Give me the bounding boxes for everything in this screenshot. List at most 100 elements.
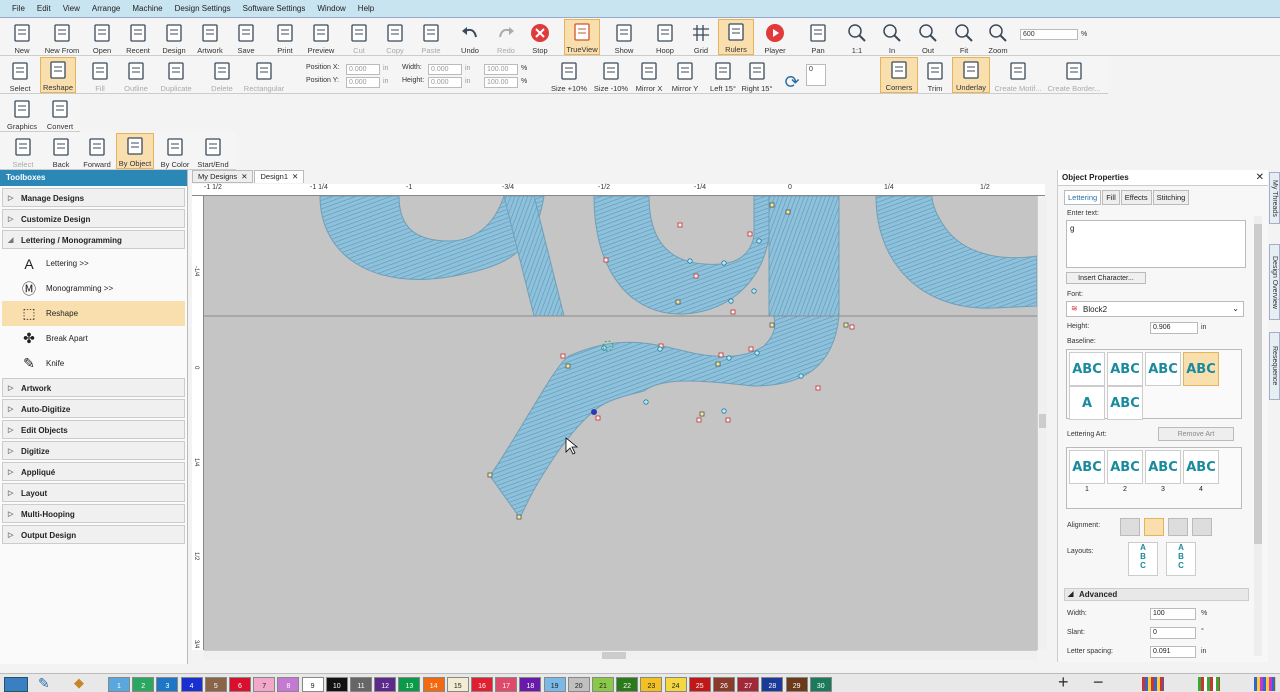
thread-color-swatch[interactable]: 8 <box>277 677 300 692</box>
close-icon[interactable]: ✕ <box>241 172 247 181</box>
redo-button[interactable]: Redo <box>488 19 524 55</box>
menu-design-settings[interactable]: Design Settings <box>175 4 231 13</box>
section-lettering[interactable]: Lettering / Monogramming <box>2 230 185 250</box>
thread-color-swatch[interactable]: 29 <box>785 677 808 692</box>
canvas-horizontal-scrollbar[interactable] <box>204 650 1037 660</box>
reshape-button[interactable]: Reshape <box>40 57 76 93</box>
design-button[interactable]: Design <box>156 19 192 55</box>
align-right-icon[interactable] <box>1168 518 1188 536</box>
thread-color-swatch[interactable]: 25 <box>688 677 711 692</box>
tool-knife[interactable]: ✎ Knife <box>2 351 185 376</box>
thread-color-swatch[interactable]: 28 <box>761 677 784 692</box>
thread-color-swatch[interactable]: 13 <box>398 677 421 692</box>
thread-color-swatch[interactable]: 15 <box>446 677 469 692</box>
rectangular-button[interactable]: Rectangular <box>244 57 284 93</box>
thread-color-swatch[interactable]: 21 <box>592 677 614 692</box>
underlay-button[interactable]: Underlay <box>952 57 990 93</box>
thread-set-icon[interactable] <box>1198 677 1220 691</box>
side-tab-my-threads[interactable]: My Threads <box>1269 172 1280 224</box>
rulers-button[interactable]: Rulers <box>718 19 754 55</box>
thread-color-swatch[interactable]: 22 <box>616 677 639 692</box>
advanced-section-header[interactable]: Advanced ◢ <box>1064 588 1249 601</box>
mirror-y-button[interactable]: Mirror Y <box>666 57 704 93</box>
open-button[interactable]: Open <box>84 19 120 55</box>
back-button[interactable]: Back <box>42 133 80 169</box>
close-icon[interactable]: ✕ <box>292 172 298 181</box>
thread-color-swatch[interactable]: 26 <box>713 677 735 692</box>
height-percent-field[interactable]: 100.00 <box>484 77 518 88</box>
section-digitize[interactable]: Digitize <box>2 441 185 461</box>
section-edit-objects[interactable]: Edit Objects <box>2 420 185 440</box>
size-10-button[interactable]: Size -10% <box>592 57 630 93</box>
layout-vertical-1-icon[interactable]: ABC <box>1128 542 1158 576</box>
side-tab-resequence[interactable]: Resequence <box>1269 332 1280 400</box>
property-tab-fill[interactable]: Fill <box>1102 190 1120 205</box>
property-tab-lettering[interactable]: Lettering <box>1064 190 1102 205</box>
lettering-art-option[interactable]: ABC <box>1069 450 1105 484</box>
add-color-icon[interactable]: + <box>1058 672 1069 692</box>
thread-color-swatch[interactable]: 2 <box>132 677 155 692</box>
baseline-option[interactable]: ABC <box>1183 352 1219 386</box>
left-15-button[interactable]: Left 15° <box>704 57 742 93</box>
select-button[interactable]: Select <box>4 133 42 169</box>
lettering-art-option[interactable]: ABC <box>1107 450 1143 484</box>
height-field[interactable]: 0.906 <box>1150 322 1198 334</box>
properties-scrollbar[interactable] <box>1254 216 1262 656</box>
remove-color-icon[interactable]: − <box>1093 672 1104 692</box>
trueview-button[interactable]: TrueView <box>564 19 600 55</box>
save-button[interactable]: Save <box>228 19 264 55</box>
thread-color-swatch[interactable]: 5 <box>204 677 227 692</box>
slant-field[interactable]: 0 <box>1150 627 1196 639</box>
zoom-button[interactable]: Zoom <box>980 19 1016 55</box>
delete-button[interactable]: Delete <box>204 57 240 93</box>
width-percent-field[interactable]: 100.00 <box>484 64 518 75</box>
section-customize-design[interactable]: Customize Design <box>2 209 185 229</box>
preview-button[interactable]: Preview <box>303 19 339 55</box>
menu-arrange[interactable]: Arrange <box>92 4 120 13</box>
rotate-button[interactable]: ⟳ <box>780 57 804 93</box>
paint-bucket-icon[interactable]: ◆ <box>74 675 84 691</box>
create-motif-button[interactable]: Create Motif... <box>990 57 1046 93</box>
outline-button[interactable]: Outline <box>118 57 154 93</box>
remove-art-button[interactable]: Remove Art <box>1158 427 1234 441</box>
mirror-x-button[interactable]: Mirror X <box>630 57 668 93</box>
align-justify-icon[interactable] <box>1192 518 1212 536</box>
doc-tab-my-designs[interactable]: My Designs ✕ <box>192 170 254 183</box>
menu-software-settings[interactable]: Software Settings <box>243 4 306 13</box>
menu-edit[interactable]: Edit <box>37 4 51 13</box>
tool-reshape[interactable]: ⬚ Reshape <box>2 301 185 326</box>
pan-button[interactable]: Pan <box>800 19 836 55</box>
lettering-art-option[interactable]: ABC <box>1183 450 1219 484</box>
thread-color-swatch[interactable]: 6 <box>229 677 251 692</box>
artwork-button[interactable]: Artwork <box>192 19 228 55</box>
baseline-option[interactable]: ABC <box>1107 352 1143 386</box>
grid-button[interactable]: Grid <box>683 19 719 55</box>
text-entry-area[interactable]: g <box>1066 220 1246 268</box>
position-x-field[interactable]: 0.000 <box>346 64 380 75</box>
eyedropper-icon[interactable]: ✎ <box>38 675 50 692</box>
thread-color-swatch[interactable]: 17 <box>495 677 518 692</box>
thread-chart-icon[interactable] <box>1142 677 1164 691</box>
fit-button[interactable]: Fit <box>946 19 982 55</box>
thread-color-swatch[interactable]: 19 <box>543 677 566 692</box>
new-from-button[interactable]: New From <box>44 19 80 55</box>
tool-monogramming[interactable]: Ⓜ Monogramming >> <box>2 276 185 301</box>
graphics-button[interactable]: Graphics <box>4 95 40 131</box>
menu-window[interactable]: Window <box>317 4 345 13</box>
section-output-design[interactable]: Output Design <box>2 525 185 545</box>
property-tab-effects[interactable]: Effects <box>1120 190 1152 205</box>
section-appliqu[interactable]: Appliqué <box>2 462 185 482</box>
lettering-art-option[interactable]: ABC <box>1145 450 1181 484</box>
section-multi-hooping[interactable]: Multi-Hooping <box>2 504 185 524</box>
align-left-icon[interactable] <box>1120 518 1140 536</box>
thread-color-swatch[interactable]: 30 <box>809 677 832 692</box>
section-auto-digitize[interactable]: Auto-Digitize <box>2 399 185 419</box>
thread-color-swatch[interactable]: 10 <box>325 677 348 692</box>
thread-color-swatch[interactable]: 12 <box>374 677 397 692</box>
stop-button[interactable]: Stop <box>522 19 558 55</box>
copy-button[interactable]: Copy <box>377 19 413 55</box>
thread-color-swatch[interactable]: 16 <box>471 677 493 692</box>
forward-button[interactable]: Forward <box>78 133 116 169</box>
align-center-icon[interactable] <box>1144 518 1164 536</box>
thread-color-swatch[interactable]: 1 <box>108 677 130 692</box>
